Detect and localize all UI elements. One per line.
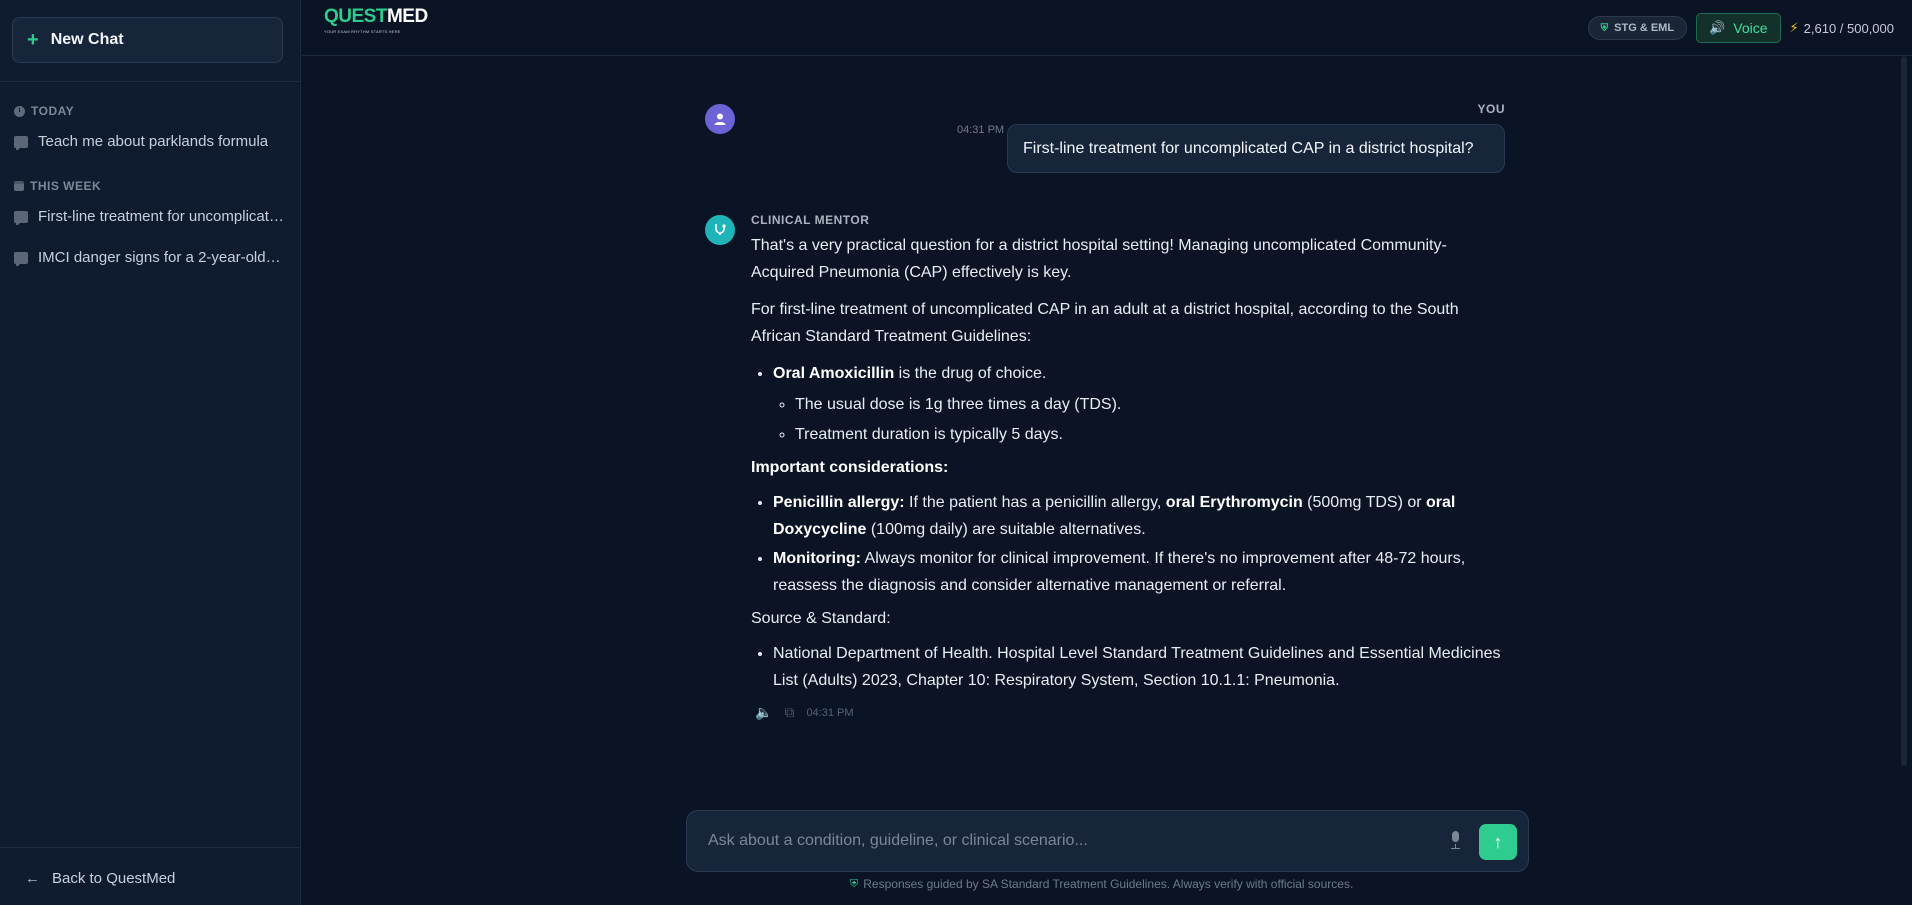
disclaimer-note: ⛨ Responses guided by SA Standard Treatm… <box>850 877 1354 891</box>
arrow-up-icon: ↑ <box>1493 831 1503 852</box>
arrow-left-icon: ← <box>25 870 40 887</box>
chat-bubble-icon <box>14 251 28 266</box>
back-to-questmed-link[interactable]: ← Back to QuestMed <box>25 870 175 887</box>
source-list: National Department of Health. Hospital … <box>773 640 1501 694</box>
user-message-bubble: First-line treatment for uncomplicated C… <box>1007 124 1505 173</box>
person-icon <box>714 113 726 125</box>
calendar-icon <box>14 181 24 191</box>
chat-input[interactable] <box>708 827 1408 855</box>
bot-paragraph: For first-line treatment of uncomplicate… <box>751 301 1459 345</box>
logo-tagline: YOUR EXAM RHYTHM STARTS HERE <box>324 29 401 34</box>
user-avatar <box>705 104 735 134</box>
voice-button[interactable]: 🔊 Voice <box>1696 13 1781 43</box>
clock-icon <box>14 105 25 117</box>
header-actions: ⛨ STG & EML 🔊 Voice ⚡ 2,610 / 500,000 <box>1587 13 1895 43</box>
bot-message-actions: 🔈 ⧉ 04:31 PM <box>755 704 854 721</box>
shield-icon: ⛨ <box>1600 22 1609 34</box>
sidebar: + New Chat TODAY Teach me about parkland… <box>0 0 301 905</box>
lightning-icon: ⚡ <box>1789 20 1799 35</box>
dose-sublist: The usual dose is 1g three times a day (… <box>795 391 1501 448</box>
speaker-icon[interactable]: 🔈 <box>755 704 772 721</box>
bot-intro: That's a very practical question for a d… <box>751 237 1447 281</box>
sidebar-bottom-divider <box>0 847 301 848</box>
copy-icon[interactable]: ⧉ <box>784 704 794 721</box>
speaker-icon: 🔊 <box>1709 20 1726 35</box>
stethoscope-icon <box>715 224 726 235</box>
user-message-time: 04:31 PM <box>957 124 1005 136</box>
list-item: Penicillin allergy: If the patient has a… <box>773 489 1501 543</box>
sidebar-chat-item[interactable]: IMCI danger signs for a 2-year-old child <box>14 249 284 266</box>
sidebar-divider <box>0 81 301 82</box>
new-chat-label: New Chat <box>50 31 124 48</box>
stg-eml-badge[interactable]: ⛨ STG & EML <box>1587 16 1688 40</box>
chat-input-container: ↑ <box>686 810 1529 872</box>
section-label-this-week: THIS WEEK <box>14 179 101 193</box>
user-label: YOU <box>1477 102 1505 116</box>
scrollbar[interactable] <box>1901 56 1907 766</box>
list-item: Oral Amoxicillin is the drug of choice. … <box>773 360 1501 448</box>
bot-avatar <box>705 215 735 245</box>
treatment-list: Oral Amoxicillin is the drug of choice. … <box>773 360 1501 448</box>
source-heading: Source & Standard: <box>751 610 891 627</box>
bot-name-label: CLINICAL MENTOR <box>751 213 870 227</box>
section-label-today: TODAY <box>14 104 74 118</box>
considerations-list: Penicillin allergy: If the patient has a… <box>773 489 1501 599</box>
questmed-logo[interactable]: QUESTMED YOUR EXAM RHYTHM STARTS HERE <box>324 6 428 44</box>
list-item: Monitoring: Always monitor for clinical … <box>773 545 1501 599</box>
sidebar-chat-item[interactable]: First-line treatment for uncomplicated C… <box>14 208 284 225</box>
microphone-icon[interactable] <box>1449 831 1461 851</box>
list-item: National Department of Health. Hospital … <box>773 640 1501 694</box>
shield-icon: ⛨ <box>850 877 859 890</box>
chat-bubble-icon <box>14 135 28 150</box>
list-item: Treatment duration is typically 5 days. <box>795 421 1501 448</box>
list-item: The usual dose is 1g three times a day (… <box>795 391 1501 418</box>
chat-bubble-icon <box>14 210 28 225</box>
logo-wordmark: QUESTMED <box>324 6 428 27</box>
token-counter: ⚡ 2,610 / 500,000 <box>1789 20 1895 36</box>
bot-message-body: That's a very practical question for a d… <box>751 232 1501 700</box>
top-header: QUESTMED YOUR EXAM RHYTHM STARTS HERE ⛨ … <box>302 0 1912 56</box>
sidebar-chat-item[interactable]: Teach me about parklands formula <box>14 133 284 150</box>
bot-message-time: 04:31 PM <box>806 706 854 719</box>
plus-icon: + <box>27 29 39 51</box>
send-button[interactable]: ↑ <box>1479 824 1517 860</box>
considerations-heading: Important considerations: <box>751 459 949 476</box>
new-chat-button[interactable]: + New Chat <box>12 17 283 63</box>
